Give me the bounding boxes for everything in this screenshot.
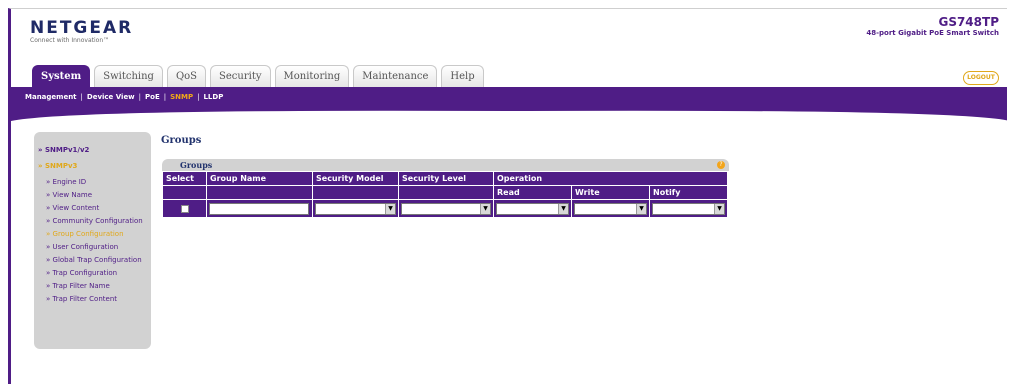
header-blank [312,185,399,200]
header-group-name: Group Name [206,171,313,186]
chevron-down-icon[interactable]: ▼ [714,203,724,214]
write-cell: ▼ [571,199,650,218]
chevron-down-icon[interactable]: ▼ [636,203,646,214]
app-frame: NETGEAR Connect with Innovation™ GS748TP… [8,8,1007,384]
sidebar-item-global-trap-configuration[interactable]: » Global Trap Configuration [46,256,151,265]
brand-name: NETGEAR [30,18,134,38]
security-model-select[interactable]: ▼ [315,202,396,215]
sidebar-item-snmpv1v2[interactable]: » SNMPv1/v2 [38,146,151,154]
sidebar-item-view-name[interactable]: » View Name [46,191,151,200]
sub-navigation: Management | Device View | PoE | SNMP | LLDP [11,87,1007,107]
subnav-snmp[interactable]: SNMP [170,93,193,101]
model-info: GS748TP 48-port Gigabit PoE Smart Switch [866,15,999,37]
group-name-input[interactable] [209,202,309,215]
notify-select[interactable]: ▼ [652,202,725,215]
chevron-down-icon[interactable]: ▼ [480,203,490,214]
subnav-separator: | [197,93,200,101]
subnav-separator: | [138,93,142,101]
brand-tagline: Connect with Innovation™ [30,37,110,44]
select-checkbox[interactable] [180,204,189,213]
subnav-lldp[interactable]: LLDP [203,93,223,101]
tab-help[interactable]: Help [441,65,484,87]
table-subheader-row: Read Write Notify [162,185,728,200]
model-name: GS748TP [938,15,999,29]
header-select: Select [162,171,207,186]
header-wave-decoration [11,107,1007,121]
sidebar-item-trap-filter-name[interactable]: » Trap Filter Name [46,282,151,291]
model-description: 48-port Gigabit PoE Smart Switch [866,29,999,37]
sidebar-item-user-configuration[interactable]: » User Configuration [46,243,151,252]
header-blank [206,185,313,200]
sidebar-item-snmpv3[interactable]: » SNMPv3 [38,162,151,170]
sidebar-item-community-configuration[interactable]: » Community Configuration [46,217,151,226]
subnav-device-view[interactable]: Device View [87,93,135,101]
group-name-cell [206,199,313,218]
sidebar-item-trap-configuration[interactable]: » Trap Configuration [46,269,151,278]
header-operation: Operation [493,171,728,186]
sidebar-item-trap-filter-content[interactable]: » Trap Filter Content [46,295,151,304]
security-level-cell: ▼ [398,199,494,218]
read-select[interactable]: ▼ [496,202,569,215]
subnav-poe[interactable]: PoE [145,93,160,101]
write-select[interactable]: ▼ [574,202,647,215]
tab-switching[interactable]: Switching [94,65,163,87]
subnav-separator: | [80,93,83,101]
groups-panel-header: Groups ? [162,159,729,171]
read-cell: ▼ [493,199,572,218]
table-row: ▼ ▼ ▼ ▼ ▼ [162,199,728,218]
page-title: Groups [161,135,202,146]
chevron-down-icon[interactable]: ▼ [558,203,568,214]
sidebar-menu: » SNMPv1/v2 » SNMPv3 » Engine ID » View … [34,132,151,349]
header-write: Write [571,185,650,200]
table-header-row: Select Group Name Security Model Securit… [162,171,728,186]
security-level-select[interactable]: ▼ [401,202,491,215]
netgear-logo: NETGEAR Connect with Innovation™ [30,18,133,44]
tab-monitoring[interactable]: Monitoring [274,65,350,87]
main-tabs: System Switching QoS Security Monitoring… [32,65,484,87]
header-blank [398,185,494,200]
notify-cell: ▼ [649,199,728,218]
header-security-level: Security Level [398,171,494,186]
header-blank [162,185,207,200]
tab-system[interactable]: System [32,65,91,87]
help-icon[interactable]: ? [717,161,725,169]
security-model-cell: ▼ [312,199,399,218]
header-security-model: Security Model [312,171,399,186]
logout-button[interactable]: LOGOUT [963,71,999,85]
subnav-management[interactable]: Management [25,93,77,101]
sidebar-item-group-configuration[interactable]: » Group Configuration [46,230,151,239]
tab-security[interactable]: Security [210,65,271,87]
tab-qos[interactable]: QoS [166,65,207,87]
sidebar-item-view-content[interactable]: » View Content [46,204,151,213]
header-notify: Notify [649,185,728,200]
chevron-down-icon[interactable]: ▼ [385,203,395,214]
header-read: Read [493,185,572,200]
sidebar-item-engine-id[interactable]: » Engine ID [46,178,151,187]
select-cell [162,199,207,218]
panel-title: Groups [180,160,213,170]
groups-table: Select Group Name Security Model Securit… [162,171,728,218]
tab-maintenance[interactable]: Maintenance [353,65,438,87]
subnav-separator: | [163,93,167,101]
